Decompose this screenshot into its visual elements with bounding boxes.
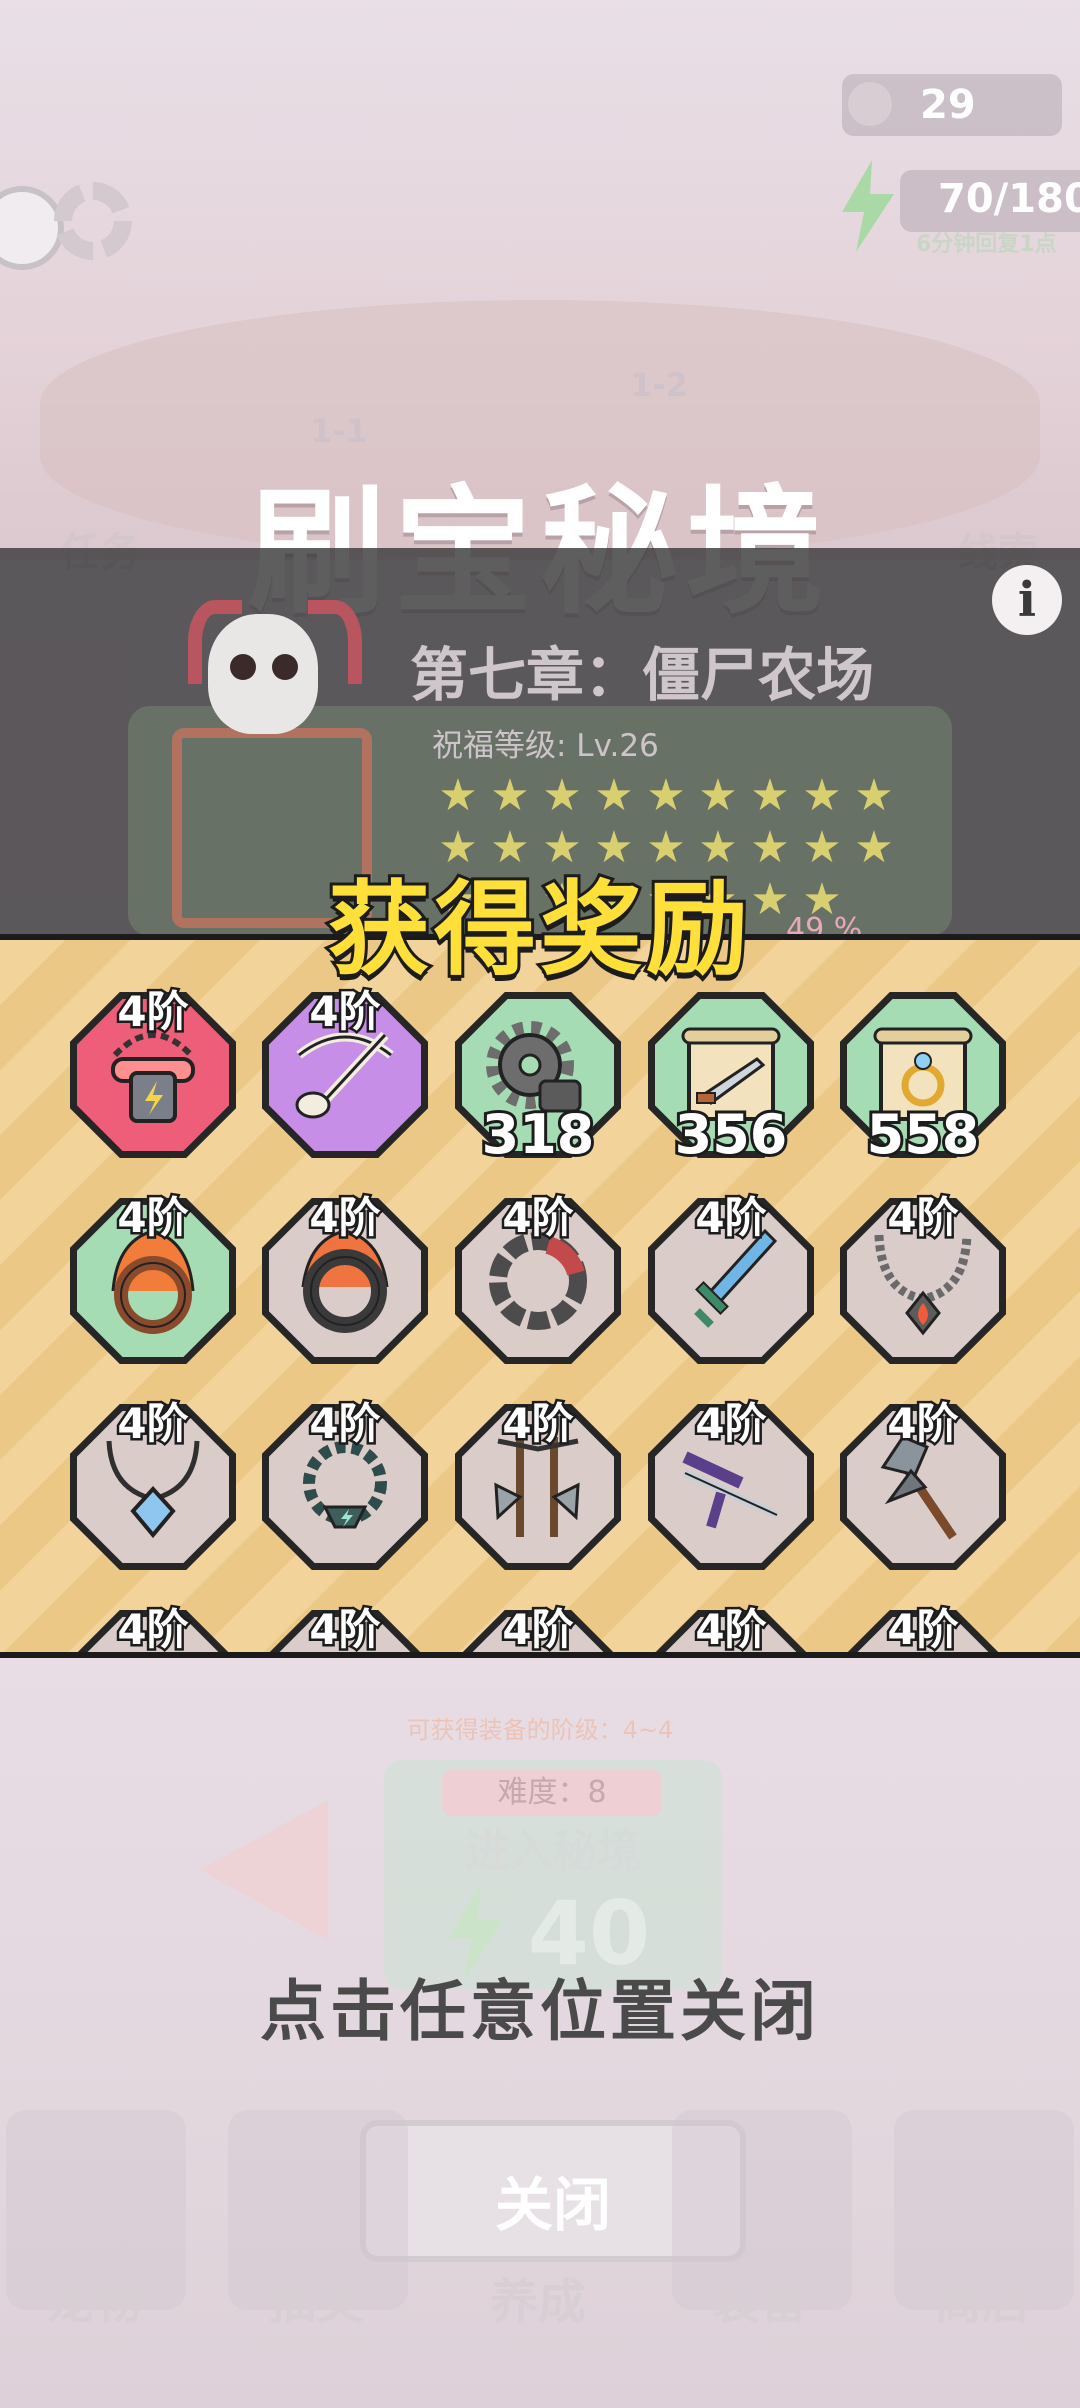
item-tier-label: 4阶 [115,1603,191,1654]
star-icon: ★ [750,770,790,821]
energy-lightning-icon [842,160,894,252]
item-count: 558 [864,1100,983,1169]
nav-label: 养成 [489,2274,586,2330]
item-tier-label: 4阶 [115,1191,191,1245]
star-icon: ★ [802,770,842,821]
item-count: 356 [672,1100,791,1169]
map-level-node[interactable]: 1-2 [630,366,688,404]
reward-item[interactable]: 4阶 [70,985,236,1158]
reward-title: 获得奖励 [325,868,752,993]
energy-value: 70/180 [938,176,1080,222]
reward-item[interactable]: 4阶 [70,1191,236,1364]
reward-item[interactable]: 4阶 [648,1191,814,1364]
item-tier-label: 4阶 [500,1603,576,1654]
item-tier-label: 4阶 [115,1397,191,1451]
item-tier-label: 4阶 [307,1397,383,1451]
star-icon: ★ [438,770,478,821]
nav-label: 装备 [711,2274,808,2330]
item-tier-label: 4阶 [885,1397,961,1451]
reward-item[interactable]: 4阶 [455,1191,621,1364]
reward-item[interactable]: 4阶 [262,1397,428,1570]
energy-regen-text: 6分钟回复1点 [916,232,1057,257]
gem-count: 29 [920,82,976,128]
difficulty-badge: 难度：8 [442,1770,662,1816]
reward-item[interactable]: 4阶 [262,985,428,1158]
blessing-level: 祝福等级: Lv.26 [432,728,659,764]
item-tier-label: 4阶 [885,1603,961,1654]
info-icon[interactable]: i [992,565,1062,635]
reward-item[interactable]: 4阶 [262,1191,428,1364]
chapter-title: 第七章：僵尸农场 [410,641,875,709]
reward-item[interactable]: 4阶 [455,1397,621,1570]
nav-label: 宠物 [45,2274,142,2330]
reward-item[interactable]: 558 [840,992,1006,1169]
reward-item[interactable]: 4阶 [70,1603,236,1652]
settings-gear-icon[interactable] [54,182,132,260]
item-tier-label: 4阶 [693,1603,769,1654]
enter-dungeon-label: 进入秘境 [465,1826,641,1877]
item-count: 318 [479,1100,598,1169]
reward-item[interactable]: 4阶 [648,1603,814,1652]
item-tier-label: 4阶 [885,1191,961,1245]
item-tier-label: 4阶 [307,1603,383,1654]
star-icon: ★ [854,770,894,821]
star-icon: ★ [594,770,634,821]
item-tier-label: 4阶 [693,1191,769,1245]
nav-label: 抽奖 [267,2274,364,2330]
reward-item[interactable]: 4阶 [840,1603,1006,1652]
reward-item[interactable]: 318 [455,992,621,1169]
reward-item[interactable]: 4阶 [840,1397,1006,1570]
reward-banner: 4阶 4阶 318 356 558 4阶 4阶 4阶 4阶 4阶 4阶 4阶 4阶 4阶 4阶 4阶 4阶 4阶 4… [0,934,1080,1658]
previous-chapter-arrow-icon[interactable] [200,1800,328,1940]
star-icon: ★ [698,770,738,821]
item-tier-label: 4阶 [500,1191,576,1245]
star-row: ★ ★ ★ ★ ★ ★ ★ ★ ★ [432,770,912,822]
item-tier-label: 4阶 [693,1397,769,1451]
reward-item[interactable]: 4阶 [648,1397,814,1570]
star-icon: ★ [646,770,686,821]
reward-item[interactable]: 356 [648,992,814,1169]
reward-item[interactable]: 4阶 [840,1191,1006,1364]
star-icon: ★ [490,770,530,821]
tap-to-close-hint[interactable]: 点击任意位置关闭 [0,1958,1080,2054]
item-tier-label: 4阶 [500,1397,576,1451]
reward-item[interactable]: 4阶 [455,1603,621,1652]
nav-label: 商店 [933,2274,1030,2330]
gem-icon [848,82,892,126]
item-tier-label: 4阶 [307,1191,383,1245]
reward-item[interactable]: 4阶 [262,1603,428,1652]
star-icon: ★ [542,770,582,821]
reward-item[interactable]: 4阶 [70,1397,236,1570]
obtainable-levels-text: 可获得装备的阶级：4~4 [406,1716,674,1744]
